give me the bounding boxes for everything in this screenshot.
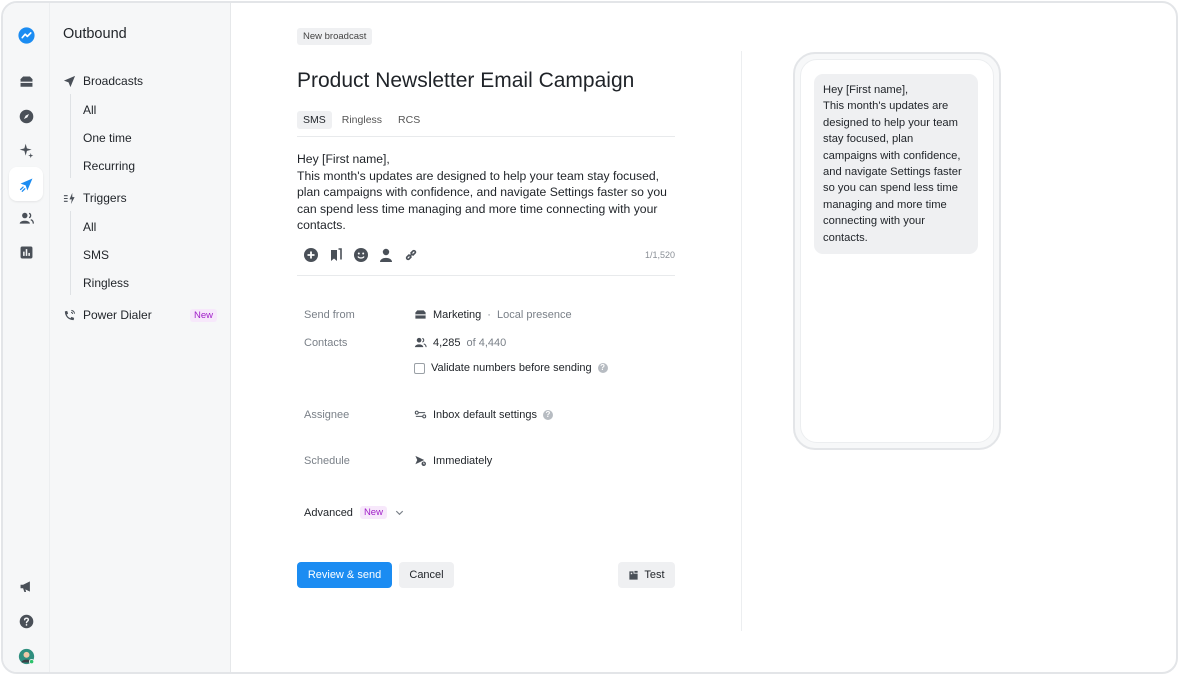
send-clock-icon: [415, 455, 427, 467]
tab-sms[interactable]: SMS: [297, 111, 332, 129]
sidebar-item-one-time[interactable]: One time: [83, 131, 132, 145]
sidebar-group-label: Triggers: [83, 191, 127, 205]
sidebar-item-recurring[interactable]: Recurring: [83, 159, 135, 173]
schedule-label: Schedule: [304, 455, 350, 467]
link-icon[interactable]: [403, 247, 419, 263]
new-broadcast-chip: New broadcast: [297, 28, 373, 45]
inbox-icon[interactable]: [9, 65, 43, 99]
validate-numbers-label: Validate numbers before sending: [431, 362, 592, 374]
person-icon[interactable]: [378, 247, 394, 263]
sidebar-item-sms[interactable]: SMS: [83, 248, 109, 262]
outbound-sidebar: Outbound Broadcasts All One time Recurri…: [50, 3, 231, 672]
send-from-selector[interactable]: Marketing · Local presence: [414, 308, 572, 321]
divider: [297, 136, 675, 137]
editor-toolbar: [303, 247, 419, 263]
sidebar-item-power-dialer[interactable]: Power Dialer New: [63, 308, 217, 322]
message-bubble: Hey [First name], This month's updates a…: [814, 74, 978, 255]
sidebar-item-triggers-all[interactable]: All: [83, 220, 96, 234]
route-icon: [414, 410, 427, 419]
advanced-label: Advanced: [304, 506, 353, 519]
send-from-value: Marketing: [433, 308, 482, 321]
sidebar-group-broadcasts[interactable]: Broadcasts: [63, 74, 143, 88]
review-send-button[interactable]: Review & send: [297, 562, 392, 588]
inbox-icon: [415, 310, 426, 319]
add-icon[interactable]: [303, 247, 319, 263]
send-icon: [63, 75, 76, 87]
trigger-icon: [63, 192, 75, 204]
schedule-value: Immediately: [433, 454, 493, 467]
assignee-value: Inbox default settings: [433, 408, 537, 421]
logo-icon[interactable]: [9, 18, 43, 52]
page-title: Product Newsletter Email Campaign: [297, 69, 635, 92]
cancel-button[interactable]: Cancel: [399, 562, 454, 588]
test-label: Test: [644, 569, 665, 581]
outbound-icon[interactable]: [9, 167, 43, 201]
sidebar-item-label: Power Dialer: [83, 308, 152, 322]
help-icon[interactable]: ?: [597, 363, 608, 373]
send-from-label: Send from: [304, 309, 355, 321]
user-avatar[interactable]: [9, 639, 43, 672]
character-counter: 1/1,520: [644, 250, 675, 260]
advanced-toggle[interactable]: Advanced New: [304, 506, 405, 519]
help-icon[interactable]: [9, 604, 43, 638]
assignee-selector[interactable]: Inbox default settings ?: [414, 408, 553, 421]
help-icon[interactable]: ?: [542, 409, 553, 420]
app-window: Outbound Broadcasts All One time Recurri…: [1, 1, 1178, 674]
sidebar-group-triggers[interactable]: Triggers: [63, 191, 127, 205]
message-editor[interactable]: Hey [First name], This month's updates a…: [297, 151, 677, 234]
validate-numbers-checkbox[interactable]: [414, 362, 425, 374]
explore-icon[interactable]: [9, 99, 43, 133]
validate-numbers-option[interactable]: Validate numbers before sending ?: [414, 362, 608, 374]
sidebar-item-broadcasts-all[interactable]: All: [83, 103, 96, 117]
contacts-total: of 4,440: [466, 336, 507, 349]
chevron-down-icon: [395, 510, 404, 516]
bookmark-icon[interactable]: [328, 247, 344, 263]
test-send-icon: [629, 570, 639, 580]
contacts-label: Contacts: [304, 337, 348, 349]
announcements-icon[interactable]: [9, 569, 43, 603]
contacts-icon: [414, 337, 427, 348]
sidebar-group-label: Broadcasts: [83, 74, 144, 88]
new-badge: New: [189, 308, 217, 322]
emoji-icon[interactable]: [353, 247, 369, 263]
phone-preview: Hey [First name], This month's updates a…: [793, 52, 1001, 450]
tab-rcs[interactable]: RCS: [392, 111, 426, 129]
contacts-selector[interactable]: 4,285 of 4,440: [414, 336, 506, 349]
channel-tabs: SMS Ringless RCS: [297, 111, 426, 129]
phone-screen: Hey [First name], This month's updates a…: [800, 59, 994, 443]
send-from-sub: Local presence: [496, 308, 572, 321]
reports-icon[interactable]: [9, 235, 43, 269]
icon-rail: [3, 3, 50, 672]
assignee-label: Assignee: [304, 409, 350, 421]
separator: ·: [487, 308, 491, 321]
tab-ringless[interactable]: Ringless: [336, 111, 388, 129]
new-badge: New: [359, 506, 387, 519]
sidebar-tree-line: [70, 211, 71, 295]
sidebar-tree-line: [70, 94, 71, 178]
divider: [297, 275, 675, 276]
panel-divider: [741, 51, 742, 631]
contacts-count: 4,285: [433, 336, 461, 349]
contacts-icon[interactable]: [9, 201, 43, 235]
phone-icon: [64, 309, 76, 320]
schedule-selector[interactable]: Immediately: [414, 454, 492, 467]
sidebar-title: Outbound: [63, 26, 127, 42]
sidebar-item-ringless[interactable]: Ringless: [83, 276, 129, 290]
ai-sparkle-icon[interactable]: [9, 133, 43, 167]
test-button[interactable]: Test: [618, 562, 675, 588]
